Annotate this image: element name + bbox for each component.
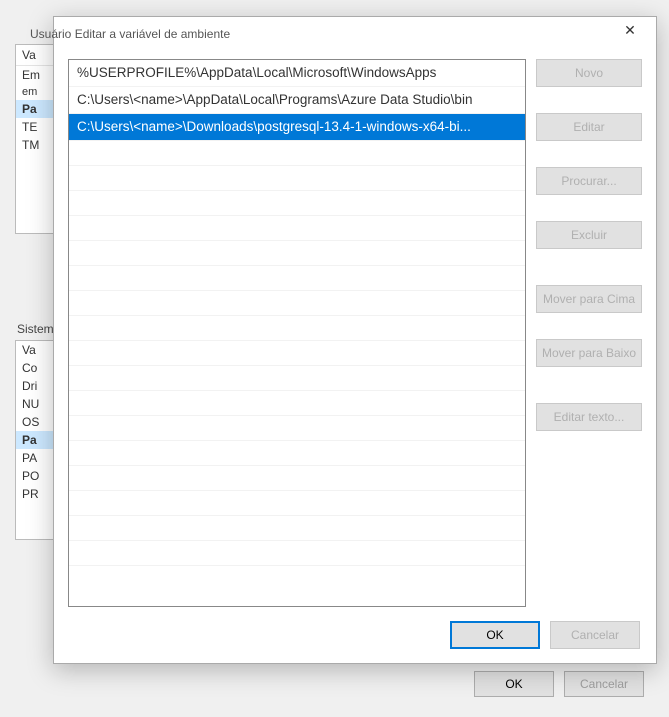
- bg-cancel-button[interactable]: Cancelar: [564, 671, 644, 697]
- path-item-empty[interactable]: [69, 266, 525, 291]
- cancel-button[interactable]: Cancelar: [550, 621, 640, 649]
- path-item-empty[interactable]: [69, 216, 525, 241]
- path-item-empty[interactable]: [69, 191, 525, 216]
- close-button[interactable]: ✕: [610, 15, 650, 45]
- path-item-empty[interactable]: [69, 391, 525, 416]
- close-icon: ✕: [624, 22, 636, 39]
- delete-button[interactable]: Excluir: [536, 221, 642, 249]
- bg-dialog-footer: OK Cancelar: [474, 671, 644, 697]
- path-item-empty[interactable]: [69, 241, 525, 266]
- path-item-empty[interactable]: [69, 316, 525, 341]
- path-item-empty[interactable]: [69, 541, 525, 566]
- path-item-empty[interactable]: [69, 441, 525, 466]
- side-buttons: Novo Editar Procurar... Excluir Mover pa…: [536, 59, 642, 607]
- path-list[interactable]: %USERPROFILE%\AppData\Local\Microsoft\Wi…: [68, 59, 526, 607]
- move-up-button[interactable]: Mover para Cima: [536, 285, 642, 313]
- path-item-empty[interactable]: [69, 491, 525, 516]
- path-item[interactable]: C:\Users\<name>\Downloads\postgresql-13.…: [69, 114, 525, 141]
- path-item-empty[interactable]: [69, 341, 525, 366]
- ok-button[interactable]: OK: [450, 621, 540, 649]
- dialog-title: Usuário Editar a variável de ambiente: [30, 27, 614, 41]
- path-item-empty[interactable]: [69, 516, 525, 541]
- dialog-titlebar: Usuário Editar a variável de ambiente ✕: [18, 17, 620, 51]
- browse-button[interactable]: Procurar...: [536, 167, 642, 195]
- path-item-empty[interactable]: [69, 466, 525, 491]
- bg-ok-button[interactable]: OK: [474, 671, 554, 697]
- edit-text-button[interactable]: Editar texto...: [536, 403, 642, 431]
- dialog-footer: OK Cancelar: [54, 607, 656, 663]
- new-button[interactable]: Novo: [536, 59, 642, 87]
- path-item[interactable]: C:\Users\<name>\AppData\Local\Programs\A…: [69, 87, 525, 114]
- edit-path-dialog: Usuário Editar a variável de ambiente ✕ …: [53, 16, 657, 664]
- path-item-empty[interactable]: [69, 166, 525, 191]
- path-item-empty[interactable]: [69, 366, 525, 391]
- path-item-empty[interactable]: [69, 416, 525, 441]
- edit-button[interactable]: Editar: [536, 113, 642, 141]
- path-item[interactable]: %USERPROFILE%\AppData\Local\Microsoft\Wi…: [69, 60, 525, 87]
- path-item-empty[interactable]: [69, 141, 525, 166]
- dialog-body: %USERPROFILE%\AppData\Local\Microsoft\Wi…: [54, 51, 656, 607]
- move-down-button[interactable]: Mover para Baixo: [536, 339, 642, 367]
- path-item-empty[interactable]: [69, 291, 525, 316]
